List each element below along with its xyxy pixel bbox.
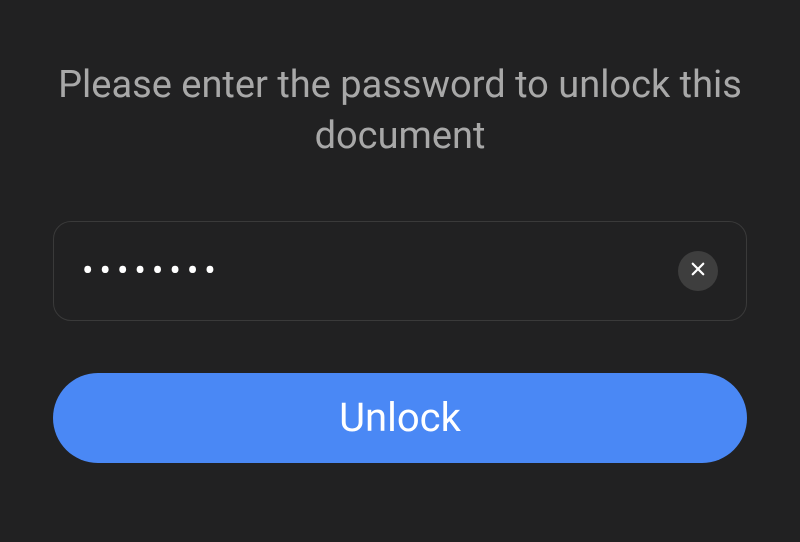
password-input-container[interactable]: •••••••• <box>53 221 747 321</box>
password-field[interactable]: •••••••• <box>82 251 678 291</box>
clear-password-button[interactable] <box>678 251 718 291</box>
unlock-button[interactable]: Unlock <box>53 373 747 463</box>
close-icon <box>689 260 707 281</box>
unlock-prompt-text: Please enter the password to unlock this… <box>50 60 750 163</box>
